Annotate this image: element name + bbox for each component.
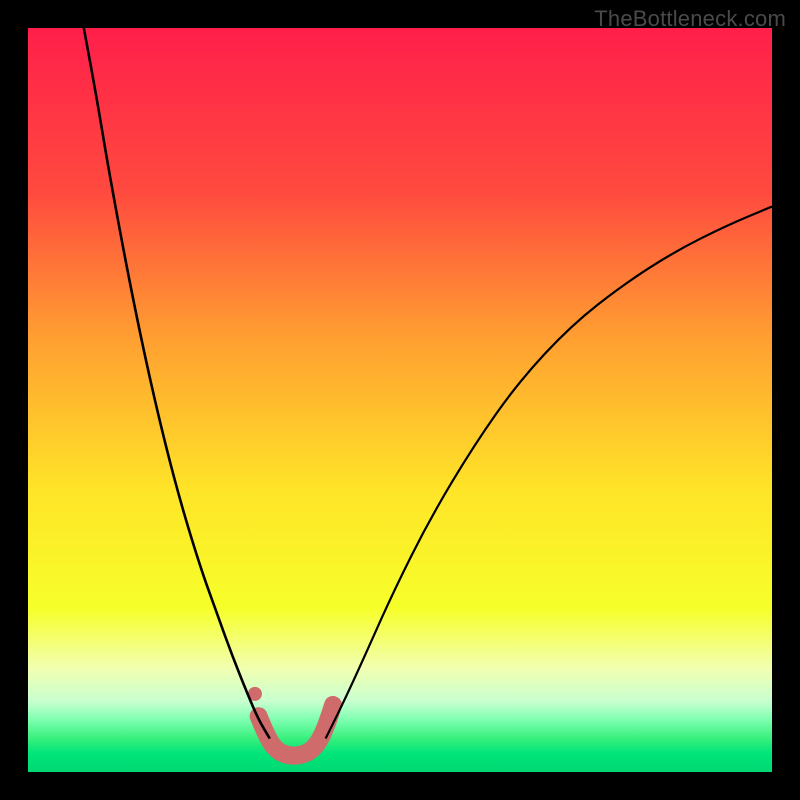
left-descent-curve [84,28,270,739]
chart-frame: TheBottleneck.com [0,0,800,800]
watermark-text: TheBottleneck.com [594,6,786,32]
valley-highlight [259,705,333,756]
curve-layer [28,28,772,772]
plot-area [28,28,772,772]
right-ascent-curve [326,207,772,739]
